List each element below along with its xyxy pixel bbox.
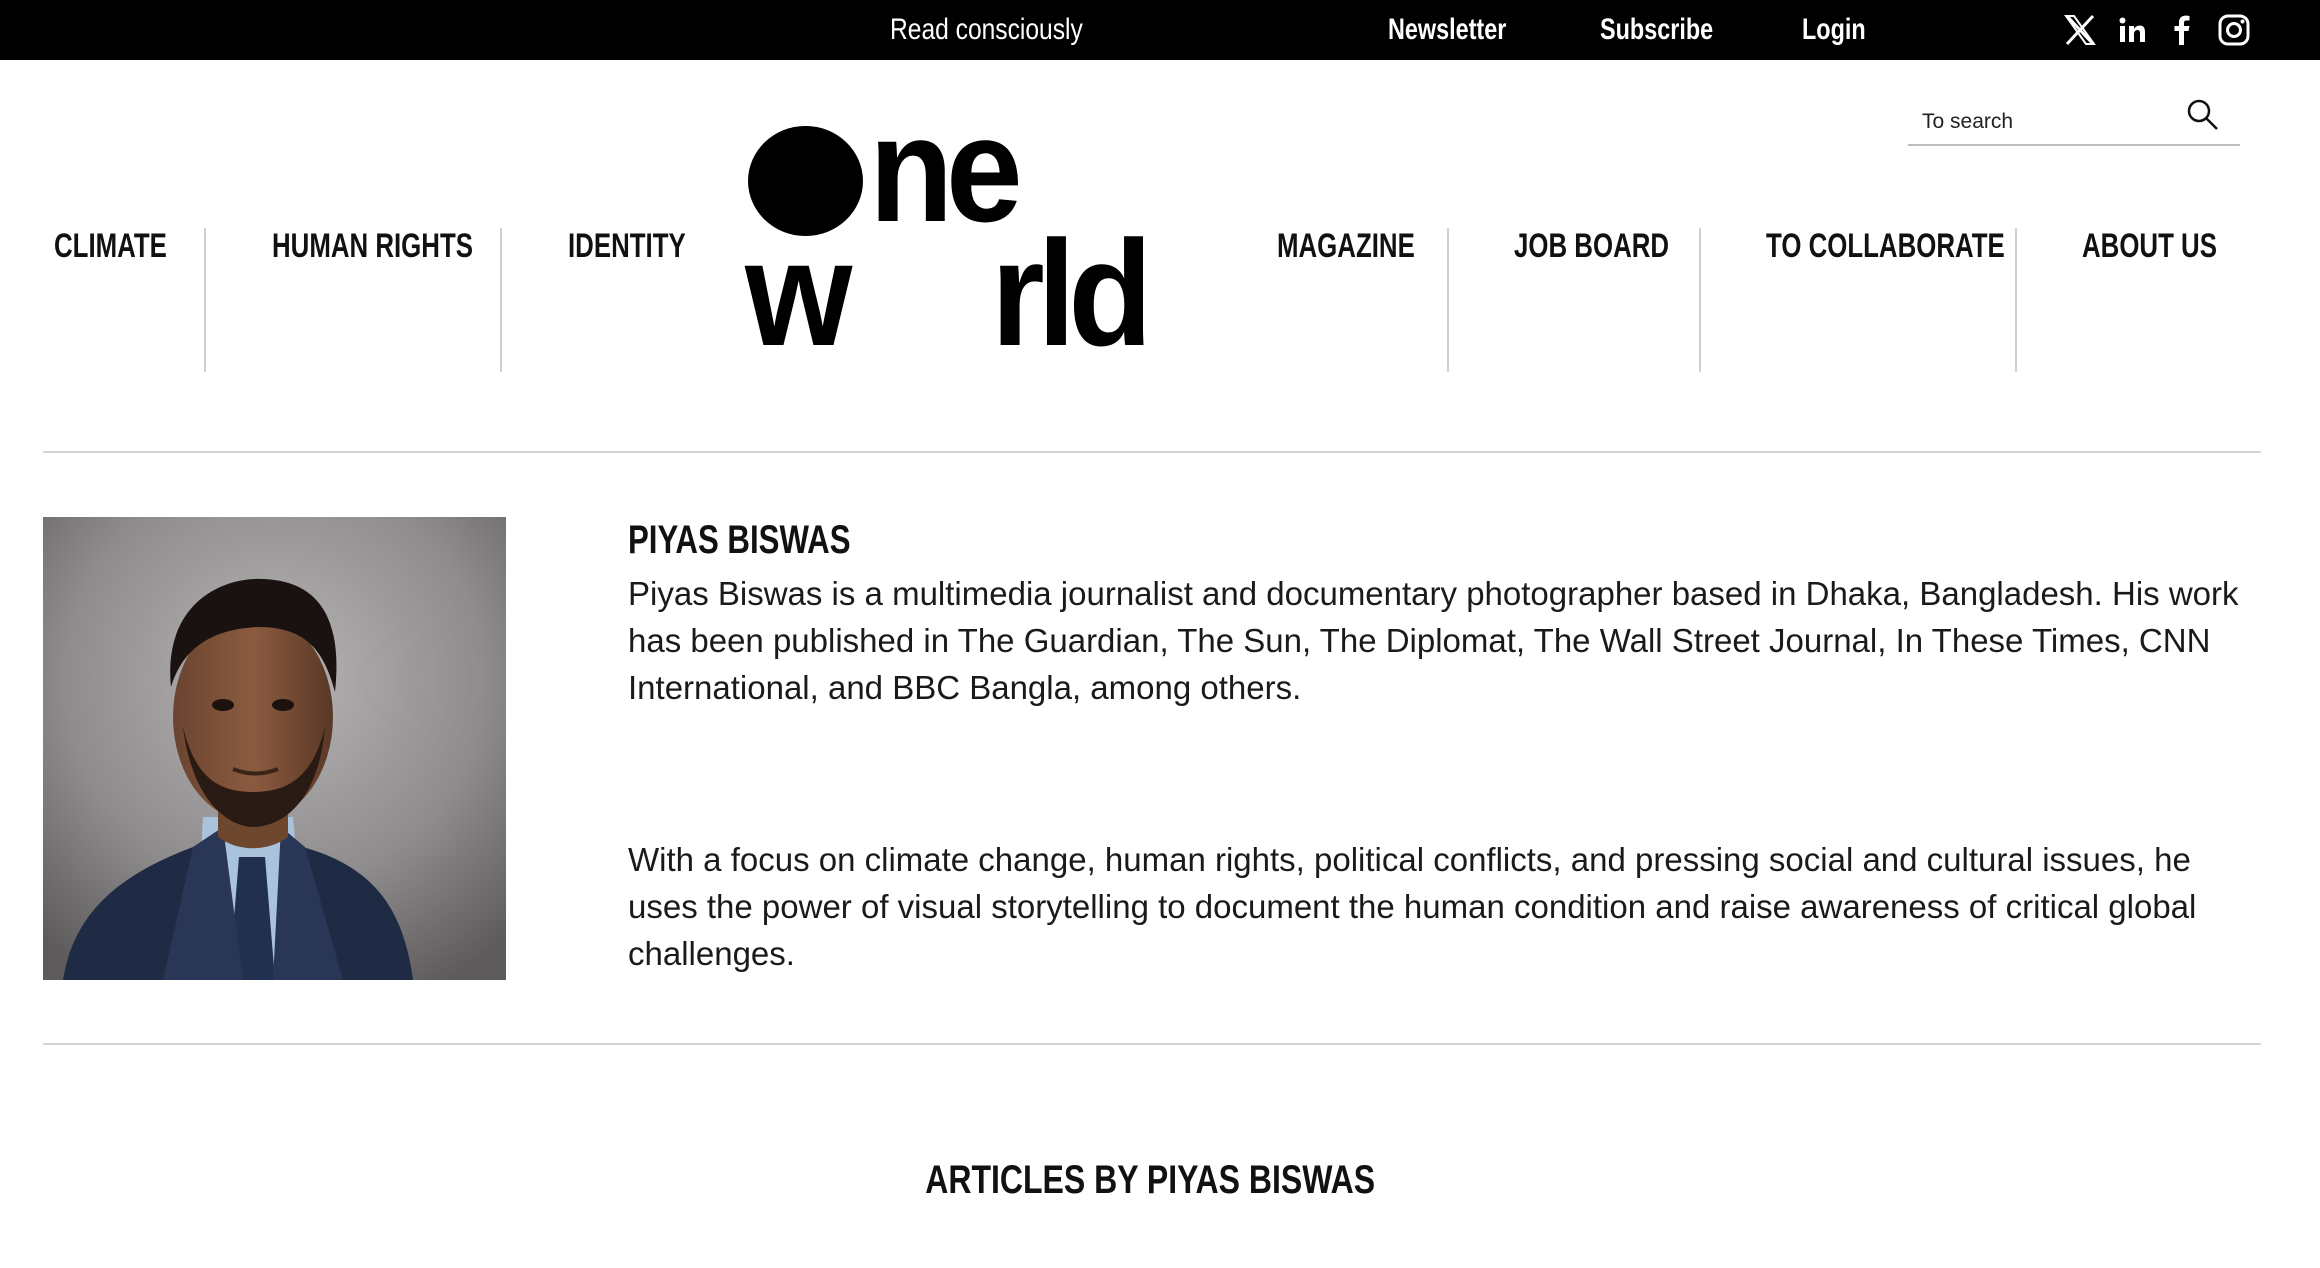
facebook-icon[interactable] <box>2164 12 2200 48</box>
newsletter-link[interactable]: Newsletter <box>1388 0 1506 60</box>
author-name: PIYAS BISWAS <box>628 518 851 562</box>
logo-word-rld: rld <box>991 209 1153 377</box>
articles-heading: ARTICLES BY PIYAS BISWAS <box>0 1152 2300 1208</box>
linkedin-icon[interactable] <box>2114 12 2150 48</box>
nav-climate[interactable]: CLIMATE <box>54 222 167 270</box>
subscribe-link[interactable]: Subscribe <box>1600 0 1713 60</box>
nav-divider <box>204 228 206 372</box>
instagram-icon[interactable] <box>2216 12 2252 48</box>
nav-divider <box>1447 228 1449 372</box>
nav-divider <box>1699 228 1701 372</box>
nav-divider <box>500 228 502 372</box>
search-icon[interactable] <box>2186 98 2220 132</box>
login-link[interactable]: Login <box>1802 0 1866 60</box>
nav-about-us[interactable]: ABOUT US <box>2082 222 2217 270</box>
author-bio-paragraph-1: Piyas Biswas is a multimedia journalist … <box>628 575 2239 706</box>
section-divider <box>43 1043 2261 1045</box>
nav-identity[interactable]: IDENTITY <box>568 222 686 270</box>
nav-human-rights[interactable]: HUMAN RIGHTS <box>272 222 473 270</box>
one-world-logo[interactable]: ne w rld <box>745 94 1215 377</box>
x-icon[interactable] <box>2062 12 2098 48</box>
nav-job-board[interactable]: JOB BOARD <box>1514 222 1669 270</box>
tagline: Read consciously <box>890 13 1083 46</box>
nav-magazine[interactable]: MAGAZINE <box>1277 222 1415 270</box>
logo-word-w: w <box>745 209 852 377</box>
nav-to-collaborate[interactable]: TO COLLABORATE <box>1766 222 2005 270</box>
author-photo <box>43 517 506 980</box>
nav-divider <box>2015 228 2017 372</box>
search-input[interactable] <box>1920 104 2184 140</box>
author-bio-paragraph-2: With a focus on climate change, human ri… <box>628 841 2197 972</box>
search-box <box>1908 92 2240 146</box>
header-divider <box>43 451 2261 453</box>
top-bar: Read consciously Newsletter Subscribe Lo… <box>0 0 2320 60</box>
articles-heading-text: ARTICLES BY PIYAS BISWAS <box>925 1158 1375 1202</box>
